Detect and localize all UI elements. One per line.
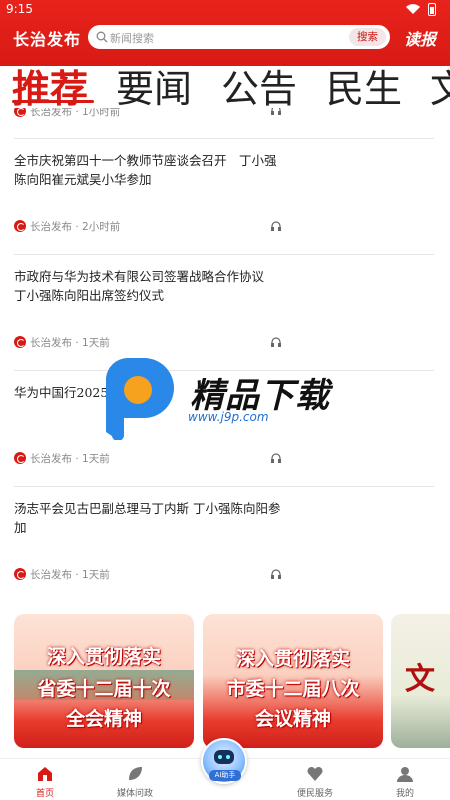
nav-media-inquiry[interactable]: 媒体问政 <box>100 759 170 800</box>
banner-carousel[interactable]: 深入贯彻落实 省委十二届十次 全会精神 深入贯彻落实 市委十二届八次 会议精神 … <box>0 614 450 750</box>
status-bar: 9:15 <box>0 0 450 20</box>
battery-icon <box>428 3 436 16</box>
search-icon <box>96 31 108 43</box>
news-item[interactable]: 市政府与华为技术有限公司签署战略合作协议 丁小强陈向阳出席签约仪式 长治发布 ·… <box>14 255 434 371</box>
news-title: 市政府与华为技术有限公司签署战略合作协议 丁小强陈向阳出席签约仪式 <box>14 269 277 303</box>
home-icon <box>38 767 52 781</box>
source-logo-icon <box>14 452 26 464</box>
tab-active-indicator <box>12 100 94 103</box>
watermark-logo-icon <box>106 358 174 440</box>
banner-line: 市委十二届八次 <box>226 678 360 700</box>
tab-notices[interactable]: 公告 <box>221 68 297 110</box>
source-logo-icon <box>14 568 26 580</box>
ai-robot-icon <box>214 750 234 764</box>
source-logo-icon <box>14 336 26 348</box>
tab-recommend[interactable]: 推荐 <box>12 68 88 110</box>
search-button[interactable]: 搜索 <box>349 28 386 46</box>
news-meta: 长治发布 · 1天前 <box>14 567 110 582</box>
headphones-icon[interactable] <box>270 568 282 580</box>
watermark: 精品下载 www.j9p.com <box>100 358 360 444</box>
search-input[interactable]: 新闻搜索 <box>110 30 154 46</box>
search-bar[interactable]: 新闻搜索 搜索 <box>88 25 390 49</box>
news-source: 长治发布 <box>30 337 72 349</box>
heart-hand-icon <box>307 766 323 781</box>
channel-tabs: 推荐 要闻 公告 民生 文 <box>0 66 450 112</box>
tab-headlines[interactable]: 要闻 <box>116 68 192 110</box>
watermark-url: www.j9p.com <box>188 410 269 424</box>
banner-line: 深入贯彻落实 <box>235 648 350 670</box>
ai-assistant-label: AI助手 <box>209 770 241 781</box>
leaf-icon <box>129 767 142 780</box>
banner-line: 深入贯彻落实 <box>46 646 161 668</box>
app-header: 9:15 长治发布 新闻搜索 搜索 读报 <box>0 0 450 66</box>
headphones-icon[interactable] <box>270 336 282 348</box>
headphones-icon[interactable] <box>270 108 282 116</box>
news-source: 长治发布 <box>30 569 72 581</box>
news-list: 长治发布 · 1小时前 全市庆祝第四十一个教师节座谈会召开 丁小强陈向阳崔元斌吴… <box>0 108 450 603</box>
news-source: 长治发布 <box>30 108 72 118</box>
news-time: 1天前 <box>82 453 110 465</box>
headphones-icon[interactable] <box>270 452 282 464</box>
news-item[interactable]: 全市庆祝第四十一个教师节座谈会召开 丁小强陈向阳崔元斌吴小华参加 长治发布 · … <box>14 139 434 255</box>
wifi-icon <box>406 4 420 14</box>
news-item[interactable]: 汤志平会见古巴副总理马丁内斯 丁小强陈向阳参加 长治发布 · 1天前 <box>14 487 434 603</box>
source-logo-icon <box>14 108 26 117</box>
news-item[interactable]: 长治发布 · 1小时前 <box>14 108 434 139</box>
nav-services[interactable]: 便民服务 <box>280 759 350 800</box>
news-title: 全市庆祝第四十一个教师节座谈会召开 丁小强陈向阳崔元斌吴小华参加 <box>14 153 277 187</box>
user-icon <box>397 767 413 782</box>
banner-card[interactable]: 深入贯彻落实 市委十二届八次 会议精神 <box>203 614 383 748</box>
news-time: 1天前 <box>82 337 110 349</box>
news-meta: 长治发布 · 1天前 <box>14 451 110 466</box>
ai-assistant-button[interactable]: AI助手 <box>201 738 247 784</box>
nav-label: 我的 <box>395 789 414 799</box>
read-newspaper-button[interactable]: 读报 <box>404 26 436 50</box>
status-time: 9:15 <box>6 2 33 16</box>
nav-label: 首页 <box>35 789 54 799</box>
tab-livelihood[interactable]: 民生 <box>326 68 402 110</box>
brand-title: 长治发布 <box>13 30 82 49</box>
news-meta: 长治发布 · 1天前 <box>14 335 110 350</box>
news-source: 长治发布 <box>30 453 72 465</box>
banner-card[interactable]: 文 <box>391 614 450 748</box>
news-title: 汤志平会见古巴副总理马丁内斯 丁小强陈向阳参加 <box>14 501 281 535</box>
source-logo-icon <box>14 220 26 232</box>
news-meta: 长治发布 · 1小时前 <box>14 108 120 119</box>
nav-home[interactable]: 首页 <box>10 759 80 800</box>
news-time: 1天前 <box>82 569 110 581</box>
nav-label: 媒体问政 <box>116 789 153 799</box>
banner-line: 文 <box>405 662 435 697</box>
nav-label: 便民服务 <box>296 789 333 799</box>
news-time: 1小时前 <box>82 108 121 118</box>
news-meta: 长治发布 · 2小时前 <box>14 219 120 234</box>
banner-line: 全会精神 <box>65 708 142 730</box>
news-source: 长治发布 <box>30 221 72 233</box>
news-time: 2小时前 <box>82 221 121 233</box>
headphones-icon[interactable] <box>270 220 282 232</box>
banner-card[interactable]: 深入贯彻落实 省委十二届十次 全会精神 <box>14 614 194 748</box>
tab-culture[interactable]: 文 <box>430 68 450 110</box>
banner-line: 省委十二届十次 <box>37 678 171 700</box>
banner-line: 会议精神 <box>254 708 331 730</box>
nav-profile[interactable]: 我的 <box>370 759 440 800</box>
